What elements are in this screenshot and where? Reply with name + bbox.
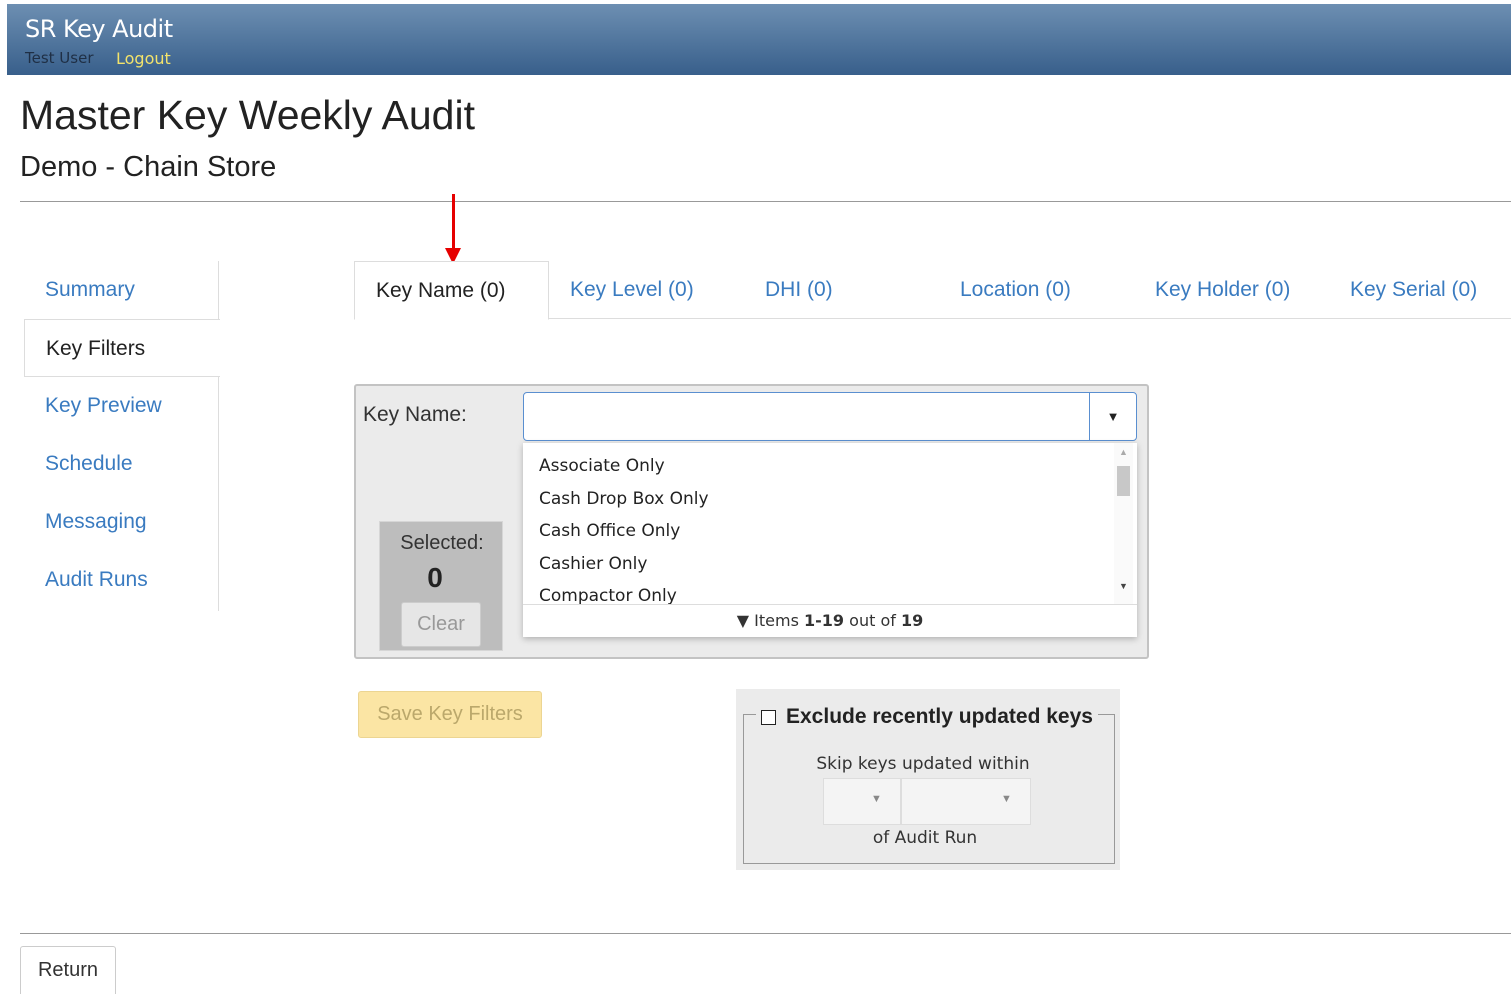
sidebar-nav: Summary Key Filters Key Preview Schedule… bbox=[24, 261, 220, 611]
footer-total: 19 bbox=[900, 611, 924, 630]
footer-range: 1-19 bbox=[804, 611, 845, 630]
logout-link[interactable]: Logout bbox=[116, 49, 171, 68]
tab-location[interactable]: Location (0) bbox=[939, 261, 1071, 319]
clear-button[interactable]: Clear bbox=[401, 602, 481, 647]
page-subtitle: Demo - Chain Store bbox=[20, 151, 277, 183]
skip-amount-select[interactable]: ▼ bbox=[823, 778, 901, 825]
caret-down-icon: ▼ bbox=[1001, 793, 1012, 805]
sidebar-item-audit-runs[interactable]: Audit Runs bbox=[24, 551, 219, 609]
skip-keys-label: Skip keys updated within bbox=[816, 754, 1030, 774]
sidebar-item-schedule[interactable]: Schedule bbox=[24, 435, 219, 493]
key-name-label: Key Name: bbox=[363, 403, 467, 426]
top-bar: SR Key Audit Test User Logout bbox=[7, 4, 1511, 75]
key-name-dropdown-list: Associate Only Cash Drop Box Only Cash O… bbox=[523, 443, 1137, 637]
save-key-filters-button[interactable]: Save Key Filters bbox=[358, 691, 542, 738]
scroll-down-icon[interactable]: ▼ bbox=[1114, 581, 1133, 591]
tab-key-serial[interactable]: Key Serial (0) bbox=[1329, 261, 1477, 319]
exclude-recent-panel: Exclude recently updated keys Skip keys … bbox=[736, 689, 1120, 870]
footer-middle: out of bbox=[849, 611, 896, 630]
list-item[interactable]: Associate Only bbox=[539, 456, 665, 476]
list-item[interactable]: Cash Office Only bbox=[539, 521, 680, 541]
filter-tabs: Key Name (0) Key Level (0) DHI (0) Locat… bbox=[354, 261, 1511, 320]
dropdown-scrollbar[interactable]: ▲ ▼ bbox=[1114, 443, 1133, 604]
app-title: SR Key Audit bbox=[25, 15, 173, 43]
list-item[interactable]: Cashier Only bbox=[539, 554, 647, 574]
tab-key-holder[interactable]: Key Holder (0) bbox=[1134, 261, 1290, 319]
tab-key-level[interactable]: Key Level (0) bbox=[549, 261, 694, 319]
combo-dropdown-button[interactable]: ▼ bbox=[1090, 393, 1136, 440]
sidebar-item-key-filters[interactable]: Key Filters bbox=[24, 319, 220, 377]
selected-count: 0 bbox=[427, 562, 443, 593]
key-name-combobox[interactable]: ▼ bbox=[523, 392, 1137, 441]
selected-summary: Selected: 0 Clear bbox=[379, 521, 503, 651]
list-item[interactable]: Cash Drop Box Only bbox=[539, 489, 709, 509]
tab-dhi[interactable]: DHI (0) bbox=[744, 261, 833, 319]
sidebar-item-summary[interactable]: Summary bbox=[24, 261, 219, 319]
footer-divider bbox=[20, 933, 1511, 934]
caret-down-icon: ▼ bbox=[871, 793, 882, 805]
return-button[interactable]: Return bbox=[20, 946, 116, 994]
scroll-up-icon[interactable]: ▲ bbox=[1114, 447, 1133, 457]
page-title: Master Key Weekly Audit bbox=[20, 92, 475, 138]
sidebar-item-messaging[interactable]: Messaging bbox=[24, 493, 219, 551]
list-item[interactable]: Compactor Only bbox=[539, 586, 677, 604]
sidebar-item-key-preview[interactable]: Key Preview bbox=[24, 377, 219, 435]
exclude-legend: Exclude recently updated keys bbox=[756, 705, 1098, 729]
key-name-filter-panel: Key Name: ▼ Associate Only Cash Drop Box… bbox=[354, 384, 1149, 659]
caret-down-icon: ▼ bbox=[1106, 409, 1120, 424]
user-name: Test User bbox=[25, 49, 94, 67]
exclude-recent-label: Exclude recently updated keys bbox=[786, 705, 1093, 728]
exclude-recent-checkbox[interactable] bbox=[761, 709, 776, 725]
skip-unit-select[interactable]: ▼ bbox=[901, 778, 1031, 825]
dropdown-options: Associate Only Cash Drop Box Only Cash O… bbox=[523, 443, 1113, 604]
key-name-input[interactable] bbox=[524, 393, 1089, 440]
tab-key-name[interactable]: Key Name (0) bbox=[354, 261, 549, 320]
of-audit-run-label: of Audit Run bbox=[872, 828, 978, 848]
footer-prefix: Items bbox=[754, 611, 799, 630]
caret-down-icon: ▼ bbox=[736, 611, 750, 630]
dropdown-footer: ▼ Items 1-19 out of 19 bbox=[523, 604, 1137, 637]
scrollbar-thumb[interactable] bbox=[1117, 466, 1130, 496]
header-divider bbox=[20, 201, 1511, 202]
annotation-arrow-shaft bbox=[452, 194, 455, 251]
selected-label: Selected: bbox=[400, 532, 484, 554]
